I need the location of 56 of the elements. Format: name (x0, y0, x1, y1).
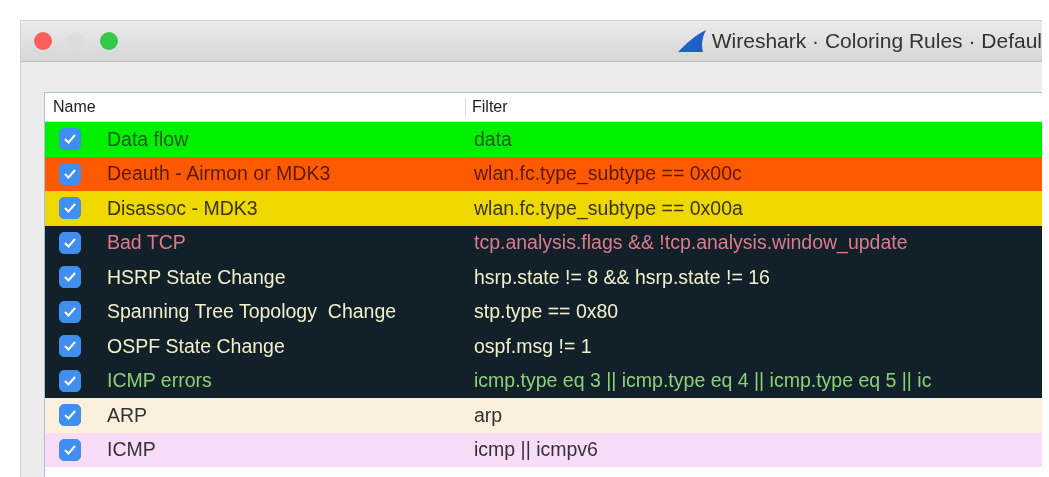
rule-row[interactable]: HSRP State Change hsrp.state != 8 && hsrp.state != 16 (45, 260, 1042, 295)
checkmark-icon (63, 443, 77, 456)
rule-name: HSRP State Change (107, 265, 286, 289)
checkbox[interactable] (59, 438, 81, 461)
rule-name: Bad TCP (107, 231, 186, 255)
checkbox[interactable] (59, 197, 81, 220)
rule-filter: wlan.fc.type_subtype == 0x00a (474, 196, 743, 220)
rule-name: ICMP errors (107, 369, 212, 393)
column-header[interactable]: Name (45, 98, 96, 116)
zoom-button[interactable] (100, 32, 118, 50)
rule-name: Disassoc - MDK3 (107, 196, 258, 220)
rule-row[interactable]: Bad TCP tcp.analysis.flags && !tcp.analysis.window_update (45, 225, 1042, 260)
checkbox[interactable] (59, 231, 81, 254)
checkmark-icon (63, 236, 77, 249)
rule-name: Spanning Tree Topology Change (107, 300, 397, 324)
rule-row[interactable]: ICMP icmp || icmpv6 (45, 432, 1042, 467)
rule-row[interactable]: Disassoc - MDK3 wlan.fc.type_subtype == 0x00a (45, 191, 1042, 226)
rule-row[interactable]: Deauth - Airmon or MDK3 wlan.fc.type_subtype == 0x00c (45, 156, 1042, 191)
rule-row[interactable]: ARP arp (45, 398, 1042, 433)
shark-fin-icon (677, 30, 706, 52)
checkmark-icon (63, 305, 77, 318)
column-header[interactable]: Filter (465, 98, 508, 116)
checkbox[interactable] (59, 335, 81, 358)
rule-row[interactable]: ICMP errors icmp.type eq 3 || icmp.type eq 4 || icmp.type eq 5 || ic (45, 363, 1042, 398)
checkbox[interactable] (59, 162, 81, 185)
checkbox[interactable] (59, 266, 81, 289)
checkmark-icon (63, 167, 77, 180)
checkbox[interactable] (59, 404, 81, 427)
close-button[interactable] (34, 32, 52, 50)
rule-name: Data flow (107, 127, 189, 151)
window-title: Wireshark · Coloring Rules · Defaul (711, 29, 1042, 53)
rule-name: OSPF State Change (107, 334, 285, 358)
checkbox[interactable] (59, 128, 81, 151)
rule-filter: data (474, 127, 512, 151)
rule-name: ARP (107, 403, 148, 427)
checkmark-icon (63, 374, 77, 387)
rule-row[interactable]: OSPF State Change ospf.msg != 1 (45, 329, 1042, 364)
rule-filter: wlan.fc.type_subtype == 0x00c (474, 162, 742, 186)
rule-name: Deauth - Airmon or MDK3 (107, 162, 331, 186)
checkmark-icon (63, 409, 77, 422)
checkmark-icon (63, 202, 77, 215)
checkmark-icon (63, 133, 77, 146)
checkbox[interactable] (59, 300, 81, 323)
rule-filter: hsrp.state != 8 && hsrp.state != 16 (474, 265, 770, 289)
checkmark-icon (63, 340, 77, 353)
rule-name: ICMP (107, 438, 156, 462)
rule-filter: ospf.msg != 1 (474, 334, 592, 358)
rule-filter: tcp.analysis.flags && !tcp.analysis.window_update (474, 231, 908, 255)
rule-filter: stp.type == 0x80 (474, 300, 619, 324)
checkbox[interactable] (59, 369, 81, 392)
rule-filter: icmp || icmpv6 (474, 438, 598, 462)
rule-filter: arp (474, 403, 503, 427)
rule-row[interactable]: Spanning Tree Topology Change stp.type == 0x80 (45, 294, 1042, 329)
checkmark-icon (63, 271, 77, 284)
rule-filter: icmp.type eq 3 || icmp.type eq 4 || icmp.type eq 5 || ic (474, 369, 932, 393)
rule-row[interactable]: Data flow data (45, 122, 1042, 157)
